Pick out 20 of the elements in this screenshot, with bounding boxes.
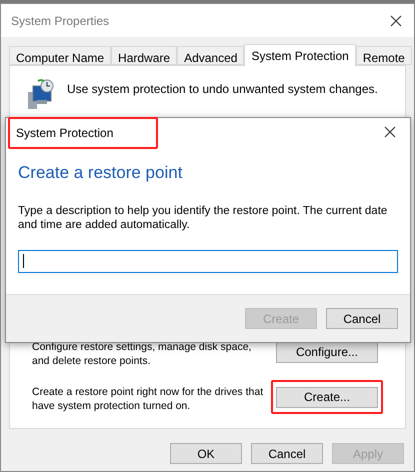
dialog-button[interactable]: Configure... [276,342,378,362]
dialog-description: Type a description to help you identify the restore point. The current date and time are added automatically. [18,204,388,232]
action-description: Configure restore settings, manage disk space, and delete restore points. [32,340,252,368]
action-description: Create a restore point right now for the drives that have system protection turned on. [32,385,264,413]
dialog-heading: Create a restore point [18,162,184,184]
dialog-button[interactable]: OK [170,443,242,464]
intro-text: Use system protection to undo unwanted system changes. [67,81,378,98]
tab[interactable]: System Protection [244,44,356,66]
dialog-title: System Protection [8,116,158,148]
close-icon[interactable] [384,126,396,138]
close-icon[interactable] [390,14,402,26]
tab[interactable]: Computer Name [9,46,112,65]
description-field[interactable] [18,250,398,272]
tab[interactable]: Hardware [111,46,178,65]
dialog-button[interactable]: Cancel [251,443,323,464]
dialog-button[interactable]: Create... [276,386,378,408]
tab[interactable]: Advanced [177,46,244,65]
dialog-button[interactable]: Cancel [326,308,398,329]
window-title: System Properties [11,12,110,30]
tab[interactable]: Remote [356,46,412,65]
